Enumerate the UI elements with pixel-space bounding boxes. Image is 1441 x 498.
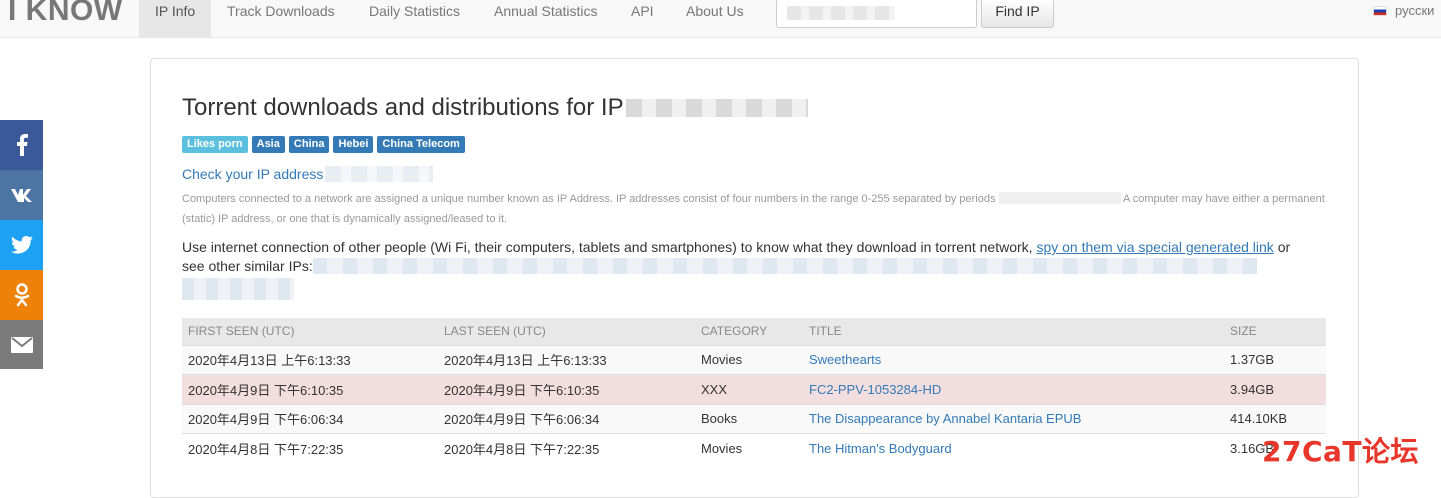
first-seen-cell: 2020年4月9日 下午6:06:34 <box>182 403 438 434</box>
blurred-similar-ips[interactable] <box>312 258 1257 274</box>
table-row: 2020年4月9日 下午6:10:35 2020年4月9日 下午6:10:35 … <box>182 374 1326 404</box>
col-category: CATEGORY <box>695 318 803 345</box>
russian-flag-icon <box>1373 6 1387 16</box>
forum-watermark: 27CaT论坛 <box>1262 435 1420 468</box>
email-icon[interactable] <box>0 320 43 369</box>
spy-link[interactable]: spy on them via special generated link <box>1036 239 1273 255</box>
twitter-icon[interactable] <box>0 220 43 270</box>
vk-icon[interactable] <box>0 170 43 220</box>
downloads-table: FIRST SEEN (UTC) LAST SEEN (UTC) CATEGOR… <box>182 318 1326 463</box>
ip-tags: Likes porn Asia China Hebei China Teleco… <box>182 136 465 153</box>
size-cell: 1.37GB <box>1224 344 1326 375</box>
social-share-bar <box>0 120 43 369</box>
col-size: SIZE <box>1224 318 1326 345</box>
blurred-ip-value <box>787 6 895 20</box>
site-logo[interactable]: I KNOW <box>8 0 123 28</box>
odnoklassniki-icon[interactable] <box>0 270 43 320</box>
language-switcher[interactable]: русски <box>1373 3 1434 18</box>
torrent-title-link[interactable]: The Disappearance by Annabel Kantaria EP… <box>809 411 1081 426</box>
title-cell: The Disappearance by Annabel Kantaria EP… <box>803 403 1224 434</box>
check-ip-link[interactable]: Check your IP address <box>182 166 434 182</box>
blurred-ip <box>625 99 808 117</box>
title-cell: Sweethearts <box>803 344 1224 375</box>
top-navbar: I KNOW IP Info Track Downloads Daily Sta… <box>0 0 1441 38</box>
last-seen-cell: 2020年4月9日 下午6:10:35 <box>438 374 695 404</box>
category-cell: XXX <box>695 374 803 404</box>
table-row: 2020年4月9日 下午6:06:34 2020年4月9日 下午6:06:34 … <box>182 403 1326 434</box>
nav-api[interactable]: API <box>615 0 670 38</box>
page-title: Torrent downloads and distributions for … <box>182 94 808 122</box>
nav-daily-statistics[interactable]: Daily Statistics <box>353 0 476 38</box>
torrent-title-link[interactable]: The Hitman's Bodyguard <box>809 441 952 456</box>
first-seen-cell: 2020年4月8日 下午7:22:35 <box>182 433 438 463</box>
title-cell: FC2-PPV-1053284-HD <box>803 374 1224 404</box>
category-cell: Movies <box>695 344 803 375</box>
last-seen-cell: 2020年4月9日 下午6:06:34 <box>438 403 695 434</box>
nav-annual-statistics[interactable]: Annual Statistics <box>478 0 614 38</box>
category-cell: Movies <box>695 433 803 463</box>
table-row: 2020年4月13日 上午6:13:33 2020年4月13日 上午6:13:3… <box>182 344 1326 375</box>
tag-hebei: Hebei <box>333 136 374 153</box>
torrent-title-link[interactable]: FC2-PPV-1053284-HD <box>809 382 941 397</box>
nav-about-us[interactable]: About Us <box>670 0 760 38</box>
col-first-seen: FIRST SEEN (UTC) <box>182 318 438 345</box>
first-seen-cell: 2020年4月9日 下午6:10:35 <box>182 374 438 404</box>
find-ip-button[interactable]: Find IP <box>981 0 1054 28</box>
tag-china: China <box>288 136 330 153</box>
blurred-similar-ips[interactable] <box>182 278 294 300</box>
nav-track-downloads[interactable]: Track Downloads <box>211 0 351 38</box>
ip-search-input[interactable] <box>776 0 977 28</box>
tag-asia: Asia <box>251 136 285 153</box>
tag-likes-porn: Likes porn <box>182 136 248 153</box>
col-last-seen: LAST SEEN (UTC) <box>438 318 695 345</box>
nav-ip-info[interactable]: IP Info <box>139 0 212 38</box>
blurred-ip <box>325 166 434 182</box>
last-seen-cell: 2020年4月8日 下午7:22:35 <box>438 433 695 463</box>
title-cell: The Hitman's Bodyguard <box>803 433 1224 463</box>
ip-description: Computers connected to a network are ass… <box>182 192 1325 225</box>
torrent-title-link[interactable]: Sweethearts <box>809 352 881 367</box>
size-cell: 3.94GB <box>1224 374 1326 404</box>
facebook-icon[interactable] <box>0 120 43 170</box>
col-title: TITLE <box>803 318 1224 345</box>
spy-paragraph: Use internet connection of other people … <box>182 239 1291 274</box>
category-cell: Books <box>695 403 803 434</box>
first-seen-cell: 2020年4月13日 上午6:13:33 <box>182 344 438 375</box>
tag-china-telecom: China Telecom <box>377 136 465 153</box>
table-row: 2020年4月8日 下午7:22:35 2020年4月8日 下午7:22:35 … <box>182 433 1326 463</box>
blurred-example-ip <box>998 192 1121 204</box>
last-seen-cell: 2020年4月13日 上午6:13:33 <box>438 344 695 375</box>
